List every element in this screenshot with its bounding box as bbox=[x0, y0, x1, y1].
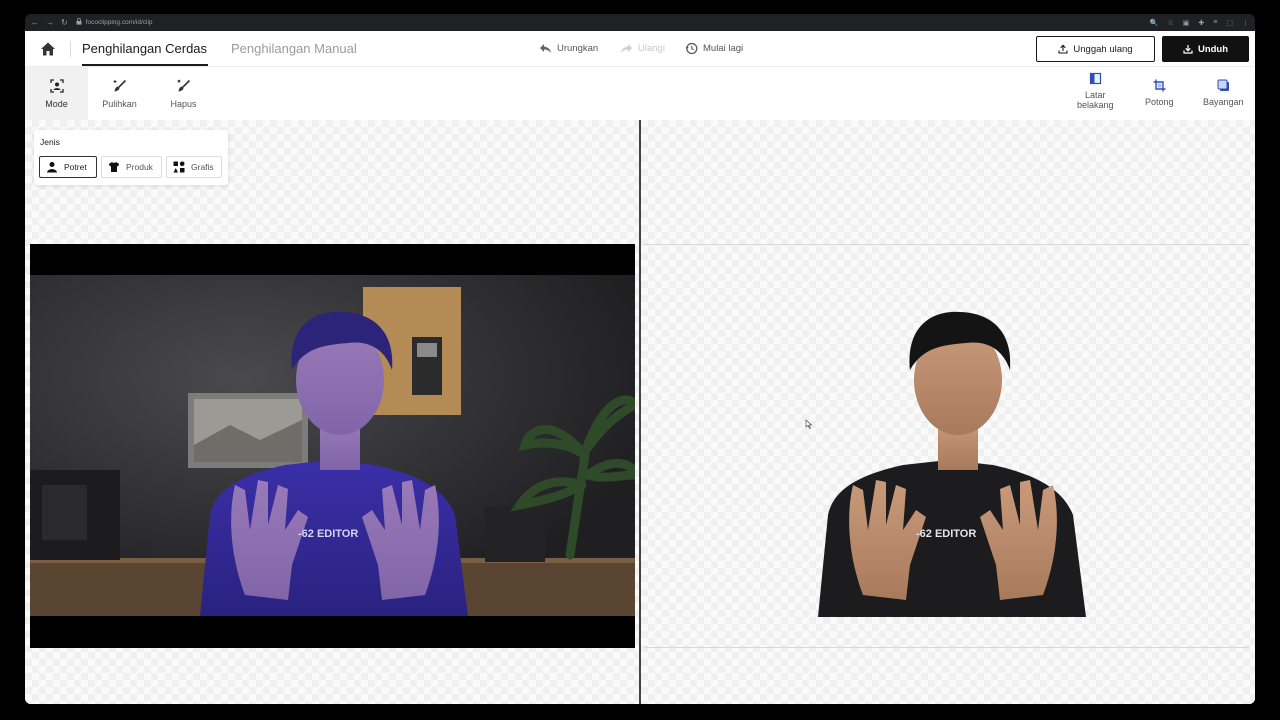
crop-icon bbox=[1153, 79, 1166, 92]
undo-icon bbox=[540, 44, 551, 53]
redo-button[interactable]: Ulangi bbox=[620, 42, 665, 55]
tool-shadow-label: Bayangan bbox=[1203, 97, 1244, 107]
tab-smart-removal[interactable]: Penghilangan Cerdas bbox=[82, 41, 209, 66]
type-product-button[interactable]: Produk bbox=[101, 156, 162, 178]
mode-icon bbox=[49, 78, 64, 93]
search-icon[interactable]: 🔍 bbox=[1150, 19, 1159, 27]
result-cutout-illustration: -62 EDITOR bbox=[818, 311, 1086, 617]
puzzle-icon[interactable]: ✚ bbox=[1198, 19, 1204, 27]
shapes-icon bbox=[173, 161, 185, 173]
mouse-cursor-icon bbox=[805, 419, 813, 431]
header-divider bbox=[70, 41, 71, 57]
kebab-menu-icon[interactable]: ⋮ bbox=[1242, 19, 1249, 27]
background-icon bbox=[1089, 72, 1101, 85]
reset-button[interactable]: Mulai lagi bbox=[685, 42, 743, 55]
browser-nav: ← → ↻ bbox=[31, 18, 68, 27]
forward-icon[interactable]: → bbox=[46, 18, 54, 27]
original-scene: -62 EDITOR bbox=[30, 275, 635, 616]
type-product-label: Produk bbox=[126, 162, 153, 172]
url-text: fococlipping.com/id/clip bbox=[85, 19, 153, 26]
undo-button[interactable]: Urungkan bbox=[539, 42, 598, 55]
original-image: -62 EDITOR bbox=[30, 244, 635, 648]
person-icon bbox=[47, 162, 57, 173]
tool-crop-label: Potong bbox=[1145, 97, 1174, 107]
redo-label: Ulangi bbox=[638, 43, 665, 54]
type-portrait-button[interactable]: Potret bbox=[39, 156, 97, 178]
download-label: Unduh bbox=[1197, 43, 1229, 55]
shirt-text-original: -62 EDITOR bbox=[298, 528, 358, 540]
tool-background-label: Latar belakang bbox=[1077, 90, 1114, 110]
sidebar-icon[interactable]: ⬚ bbox=[1226, 19, 1233, 27]
upload-icon bbox=[1058, 44, 1068, 54]
shirt-text-result: -62 EDITOR bbox=[916, 528, 976, 540]
type-selector-title: Jenis bbox=[40, 137, 60, 147]
restore-brush-icon bbox=[113, 79, 126, 91]
tool-erase-label: Hapus bbox=[170, 98, 197, 109]
tool-crop[interactable]: Potong bbox=[1145, 79, 1174, 107]
back-icon[interactable]: ← bbox=[31, 18, 39, 27]
type-graphic-button[interactable]: Grafis bbox=[166, 156, 222, 178]
app-window: Penghilangan Cerdas Penghilangan Manual … bbox=[25, 31, 1255, 704]
original-photo-illustration: -62 EDITOR bbox=[30, 275, 635, 616]
tshirt-icon bbox=[108, 162, 120, 172]
result-image: -62 EDITOR bbox=[644, 244, 1249, 648]
browser-actions: 🔍 ☆ ▣ ✚ ≡ ⬚ ⋮ bbox=[1150, 19, 1249, 27]
reupload-label: Unggah ulang bbox=[1073, 43, 1133, 55]
tab-manual-removal[interactable]: Penghilangan Manual bbox=[231, 41, 357, 56]
type-portrait-label: Potret bbox=[64, 162, 87, 172]
reupload-button[interactable]: Unggah ulang bbox=[1036, 36, 1155, 62]
app-header: Penghilangan Cerdas Penghilangan Manual … bbox=[25, 31, 1255, 67]
redo-icon bbox=[621, 44, 632, 53]
tool-row: Mode Pulihkan Hapus Latar belakang Poton… bbox=[25, 67, 1255, 120]
download-button[interactable]: Unduh bbox=[1162, 36, 1249, 62]
download-icon bbox=[1183, 45, 1193, 54]
tool-restore-label: Pulihkan bbox=[102, 98, 137, 109]
star-icon[interactable]: ☆ bbox=[1168, 19, 1174, 27]
tool-background[interactable]: Latar belakang bbox=[1077, 72, 1114, 110]
comparison-divider[interactable] bbox=[639, 120, 641, 704]
extension-icon[interactable]: ▣ bbox=[1183, 19, 1190, 27]
menu-lines-icon[interactable]: ≡ bbox=[1213, 19, 1217, 27]
home-icon[interactable] bbox=[39, 40, 57, 58]
tool-restore[interactable]: Pulihkan bbox=[88, 67, 151, 120]
type-graphic-label: Grafis bbox=[191, 162, 214, 172]
reload-icon[interactable]: ↻ bbox=[61, 18, 68, 27]
undo-label: Urungkan bbox=[557, 43, 599, 54]
shadow-icon bbox=[1217, 79, 1229, 91]
tool-mode-label: Mode bbox=[45, 98, 68, 109]
tool-erase[interactable]: Hapus bbox=[152, 67, 215, 120]
history-icon bbox=[685, 42, 698, 55]
reset-label: Mulai lagi bbox=[703, 43, 744, 54]
screen: ← → ↻ fococlipping.com/id/clip 🔍 ☆ ▣ ✚ ≡… bbox=[0, 0, 1280, 720]
tool-shadow[interactable]: Bayangan bbox=[1203, 79, 1244, 107]
tool-mode[interactable]: Mode bbox=[25, 67, 88, 120]
type-selector-panel: Jenis Potret Produk Grafis bbox=[34, 130, 228, 185]
erase-brush-icon bbox=[176, 79, 190, 91]
lock-icon bbox=[76, 18, 82, 27]
address-bar[interactable]: fococlipping.com/id/clip bbox=[76, 18, 153, 27]
browser-toolbar: ← → ↻ fococlipping.com/id/clip 🔍 ☆ ▣ ✚ ≡… bbox=[25, 14, 1255, 31]
